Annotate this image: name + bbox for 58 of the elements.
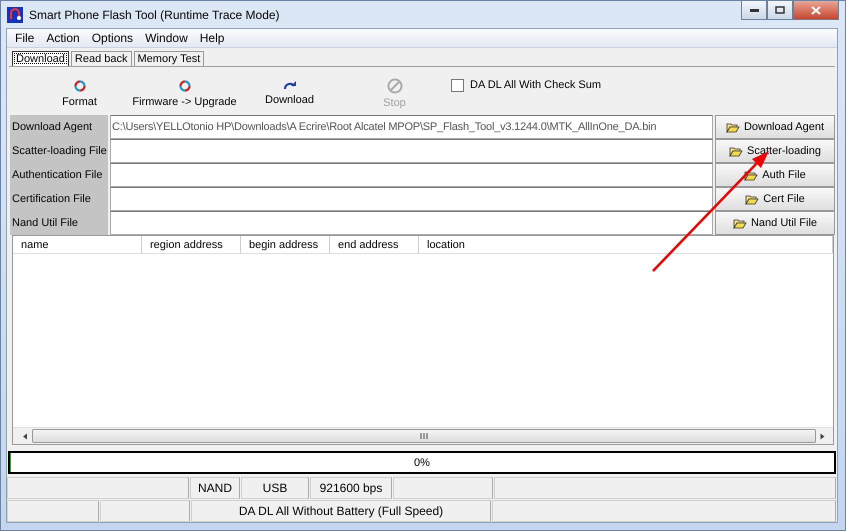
horizontal-scrollbar[interactable] bbox=[13, 427, 833, 444]
folder-icon bbox=[744, 170, 758, 180]
close-button[interactable] bbox=[793, 1, 839, 20]
file-path-field[interactable] bbox=[110, 211, 713, 235]
column-header[interactable]: region address bbox=[142, 236, 241, 253]
tab[interactable]: Read back bbox=[70, 51, 132, 66]
progress-text: 0% bbox=[414, 456, 430, 468]
browse-button[interactable]: Cert File bbox=[715, 187, 835, 211]
status-panel: DA DL All Without Battery (Full Speed) bbox=[191, 500, 491, 522]
column-header[interactable]: begin address bbox=[241, 236, 330, 253]
file-path-field[interactable]: C:\Users\YELLOtonio HP\Downloads\A Ecrire\Root Alcatel MPOP\SP_Flash_Tool_v3.1244.0\MTK_AllInOne_DA.bin bbox=[110, 115, 713, 139]
menu-item[interactable]: Window bbox=[139, 29, 194, 47]
refresh-icon bbox=[72, 78, 86, 92]
browse-button[interactable]: Auth File bbox=[715, 163, 835, 187]
browse-button[interactable]: Scatter-loading bbox=[715, 139, 835, 163]
file-path-field[interactable] bbox=[110, 163, 713, 187]
toolbar-button[interactable]: Download bbox=[237, 80, 342, 106]
maximize-button[interactable] bbox=[767, 1, 793, 20]
scroll-left-icon[interactable] bbox=[23, 432, 28, 440]
folder-icon bbox=[745, 194, 760, 204]
status-panel: NAND bbox=[190, 477, 240, 499]
folder-icon bbox=[726, 122, 740, 132]
status-panel: USB bbox=[241, 477, 309, 499]
file-path-field[interactable] bbox=[110, 187, 713, 211]
minimize-icon bbox=[750, 8, 758, 12]
stop-icon bbox=[386, 78, 402, 94]
grip-icon bbox=[420, 433, 428, 439]
scroll-right-icon[interactable] bbox=[820, 432, 825, 440]
menu-item[interactable]: Action bbox=[40, 29, 86, 47]
file-label: Nand Util File bbox=[10, 211, 108, 235]
file-label: Scatter-loading File bbox=[10, 139, 108, 163]
toolbar-button[interactable]: Format bbox=[27, 78, 132, 108]
menu-item[interactable]: File bbox=[9, 29, 40, 47]
menu-item[interactable]: Options bbox=[86, 29, 140, 47]
folder-icon bbox=[732, 218, 747, 228]
column-header[interactable]: location bbox=[419, 236, 833, 253]
redo-arrow-icon bbox=[282, 80, 296, 90]
menu-item[interactable]: Help bbox=[194, 29, 230, 47]
file-label: Authentication File bbox=[10, 163, 108, 187]
folder-icon bbox=[729, 146, 743, 156]
maximize-icon bbox=[775, 6, 785, 14]
window-title: Smart Phone Flash Tool (Runtime Trace Mode) bbox=[29, 8, 280, 22]
app-icon bbox=[7, 6, 23, 22]
file-label: Certification File bbox=[10, 187, 108, 211]
column-header[interactable]: end address bbox=[330, 236, 419, 253]
tab[interactable]: Memory Test bbox=[134, 51, 204, 66]
browse-button[interactable]: Nand Util File bbox=[715, 211, 835, 235]
toolbar-button[interactable]: Firmware -> Upgrade bbox=[132, 78, 237, 108]
browse-button[interactable]: Download Agent bbox=[715, 115, 835, 139]
tab[interactable]: Download bbox=[12, 51, 69, 66]
column-header[interactable]: name bbox=[13, 236, 142, 253]
close-icon bbox=[811, 6, 821, 14]
file-label: Download Agent bbox=[10, 115, 108, 139]
minimize-button[interactable] bbox=[741, 1, 767, 20]
refresh-icon bbox=[178, 78, 192, 92]
checksum-checkbox[interactable]: DA DL All With Check Sum bbox=[451, 78, 602, 92]
status-panel: 921600 bps bbox=[310, 477, 392, 499]
file-path-field[interactable] bbox=[110, 139, 713, 163]
